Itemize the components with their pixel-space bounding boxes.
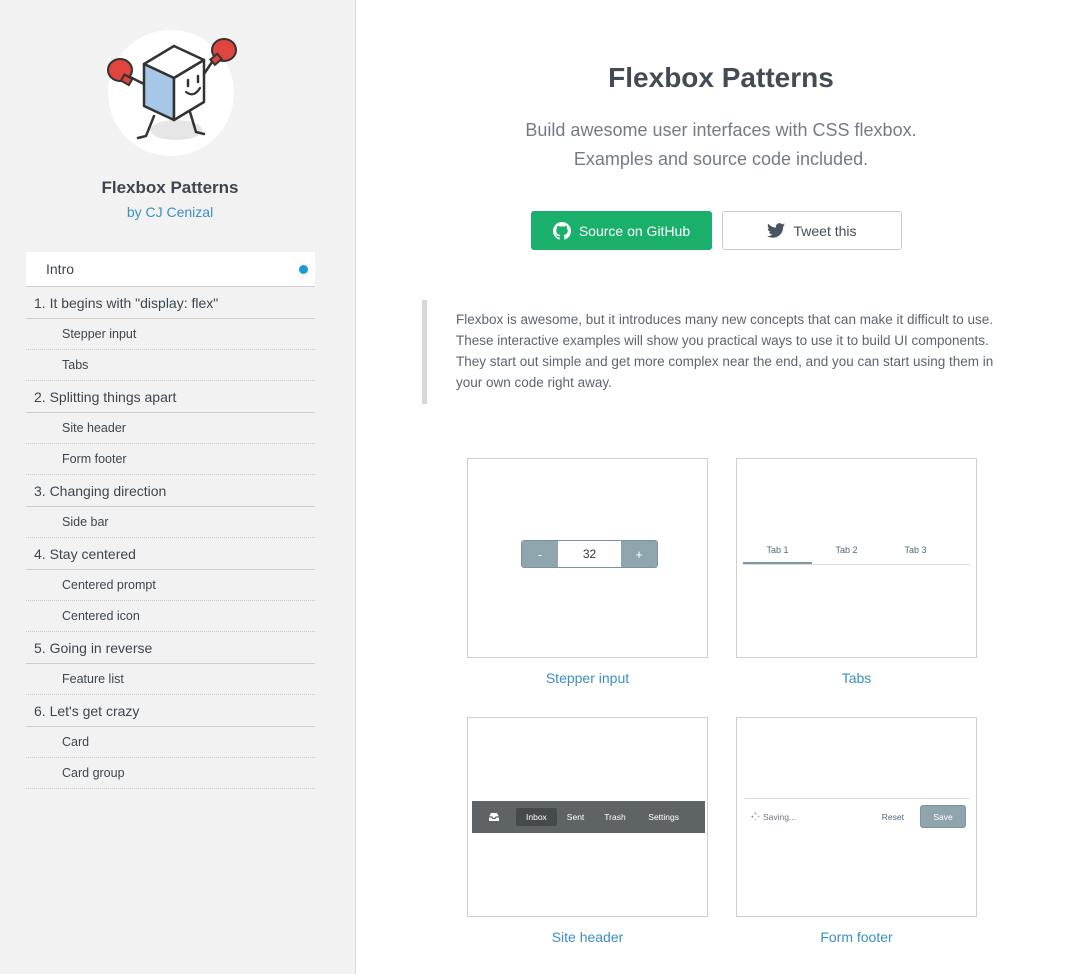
tab-3[interactable]: Tab 3 <box>881 541 950 564</box>
sidebar-item-label: Centered icon <box>62 609 140 623</box>
sidebar-item-label: Card group <box>62 766 125 780</box>
site-header-example-link[interactable]: Site header <box>467 929 708 945</box>
sidebar-item-label: 3. Changing direction <box>34 482 167 499</box>
subtitle-line: Examples and source code included. <box>573 149 869 169</box>
spinner-icon <box>751 812 760 821</box>
sidebar-item-label: Centered prompt <box>62 578 156 592</box>
demo-form-footer: Saving... Reset Save <box>745 798 970 834</box>
sidebar-item-centered-prompt[interactable]: Centered prompt <box>26 570 315 601</box>
github-button-label: Source on GitHub <box>578 222 691 239</box>
twitter-bird-icon <box>767 223 786 238</box>
page-title: Flexbox Patterns <box>608 62 834 93</box>
sidebar-item-6-let-s-get-crazy[interactable]: 6. Let's get crazy <box>26 695 315 727</box>
github-icon <box>552 221 571 240</box>
sidebar-item-2-splitting-things-apart[interactable]: 2. Splitting things apart <box>26 381 315 413</box>
sidebar-item-card[interactable]: Card <box>26 727 315 758</box>
site-author-link[interactable]: by CJ Cenizal <box>0 204 340 220</box>
sidebar-item-label: 2. Splitting things apart <box>34 388 177 405</box>
sidebar-item-tabs[interactable]: Tabs <box>26 350 315 381</box>
sidebar-item-label: Stepper input <box>62 327 137 341</box>
stepper-value-field[interactable]: 32 <box>558 541 621 567</box>
sidebar-item-card-group[interactable]: Card group <box>26 758 315 789</box>
sidebar-nav: Intro 1. It begins with "display: flex" St… <box>26 252 315 789</box>
page-subtitle: Build awesome user interfaces with CSS f… <box>356 116 1080 174</box>
main-content: Flexbox Patterns Build awesome user inte… <box>356 0 1080 974</box>
tab-1[interactable]: Tab 1 <box>743 541 812 564</box>
stepper-example-link[interactable]: Stepper input <box>467 670 708 686</box>
github-source-button[interactable]: Source on GitHub <box>531 211 712 250</box>
site-title: Flexbox Patterns <box>101 178 239 197</box>
sidebar-item-label: Form footer <box>62 452 127 466</box>
sidebar-item-side-bar[interactable]: Side bar <box>26 507 315 538</box>
active-indicator-dot <box>299 265 308 274</box>
sidebar-item-label: Side bar <box>62 515 109 529</box>
tweet-button-label: Tweet this <box>793 222 857 239</box>
sidebar-item-label: 5. Going in reverse <box>34 639 153 656</box>
tweet-this-button[interactable]: Tweet this <box>722 211 902 250</box>
reset-button[interactable]: Reset <box>882 812 904 822</box>
sidebar-item-label: Card <box>62 735 90 749</box>
subtitle-line: Build awesome user interfaces with CSS f… <box>525 120 917 140</box>
sidebar-item-label: 6. Let's get crazy <box>34 702 140 719</box>
stepper-decrement-button[interactable]: - <box>522 541 558 567</box>
demo-nav-inbox[interactable]: Inbox <box>516 808 557 826</box>
inbox-tray-icon[interactable] <box>488 812 502 822</box>
sidebar-item-intro[interactable]: Intro <box>26 252 315 287</box>
sidebar-item-1-it-begins-with-display-flex[interactable]: 1. It begins with "display: flex" <box>26 287 315 319</box>
saving-text: Saving... <box>763 811 797 822</box>
demo-site-header: Inbox Sent Trash Settings <box>472 801 705 833</box>
sidebar-item-form-footer[interactable]: Form footer <box>26 444 315 475</box>
sidebar-item-label: Tabs <box>62 358 89 372</box>
sidebar-item-3-changing-direction[interactable]: 3. Changing direction <box>26 475 315 507</box>
sidebar-item-feature-list[interactable]: Feature list <box>26 664 315 695</box>
sidebar-item-label: Site header <box>62 421 126 435</box>
intro-blockquote: Flexbox is awesome, but it introduces ma… <box>422 300 1022 404</box>
demo-nav-sent[interactable]: Sent <box>557 808 595 826</box>
sidebar-item-label: Intro <box>46 261 75 277</box>
sidebar-item-label: 4. Stay centered <box>34 545 136 562</box>
sidebar-item-5-going-in-reverse[interactable]: 5. Going in reverse <box>26 632 315 664</box>
sidebar-item-site-header[interactable]: Site header <box>26 413 315 444</box>
tabs-example-link[interactable]: Tabs <box>736 670 977 686</box>
sidebar-item-stepper-input[interactable]: Stepper input <box>26 319 315 350</box>
demo-nav-trash[interactable]: Trash <box>594 808 635 826</box>
stepper-increment-button[interactable]: + <box>621 541 657 567</box>
sidebar-item-label: Feature list <box>62 672 124 686</box>
form-footer-example-link[interactable]: Form footer <box>736 929 977 945</box>
tab-bar: Tab 1 Tab 2 Tab 3 <box>743 541 970 565</box>
quantity-stepper: - 32 + <box>521 540 658 568</box>
sidebar-item-4-stay-centered[interactable]: 4. Stay centered <box>26 538 315 570</box>
stepper-example-card[interactable]: - 32 + <box>467 458 708 658</box>
sidebar: Flexbox Patterns by CJ Cenizal Intro 1. I… <box>0 0 356 974</box>
site-header-example-card[interactable]: Inbox Sent Trash Settings <box>467 717 708 917</box>
sidebar-item-centered-icon[interactable]: Centered icon <box>26 601 315 632</box>
save-button[interactable]: Save <box>920 805 966 828</box>
sidebar-item-label: 1. It begins with "display: flex" <box>34 294 219 311</box>
demo-nav-settings[interactable]: Settings <box>638 808 689 826</box>
form-footer-example-card[interactable]: Saving... Reset Save <box>736 717 977 917</box>
boxing-cube-mascot-icon <box>107 38 237 140</box>
site-logo[interactable] <box>104 28 238 158</box>
tabs-example-card[interactable]: Tab 1 Tab 2 Tab 3 <box>736 458 977 658</box>
tab-2[interactable]: Tab 2 <box>812 541 881 564</box>
saving-status: Saving... <box>745 812 796 822</box>
